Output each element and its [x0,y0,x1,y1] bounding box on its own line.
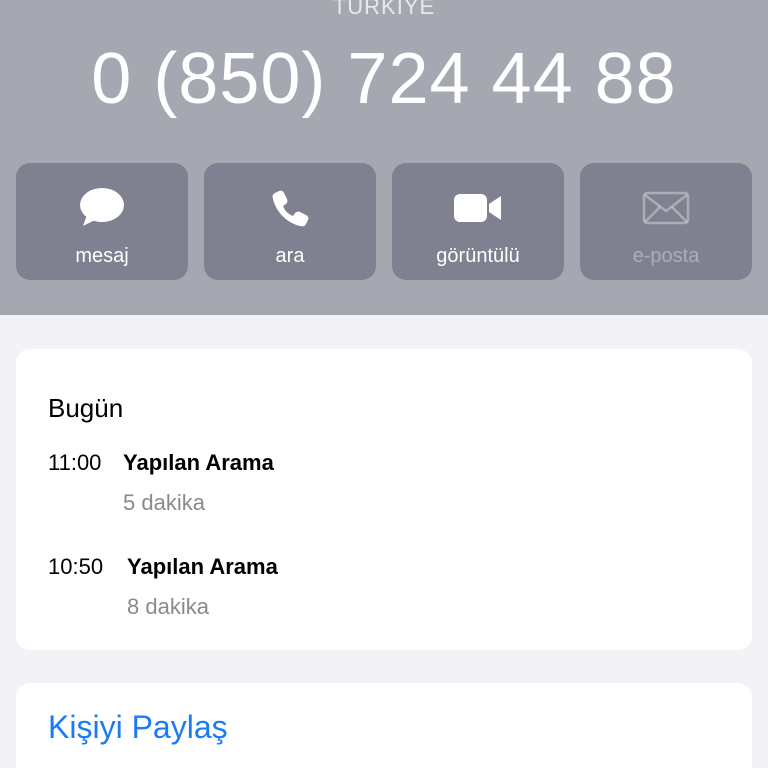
message-button[interactable]: mesaj [16,163,188,280]
call-button[interactable]: ara [204,163,376,280]
contact-header: TÜRKİYE 0 (850) 724 44 88 mesaj ara görü… [0,0,768,315]
phone-icon [270,185,310,231]
share-contact-card: Kişiyi Paylaş [16,683,752,768]
call-duration: 8 dakika [127,594,209,619]
history-day-label: Bugün [48,393,124,423]
call-duration: 5 dakika [123,490,205,515]
video-call-button[interactable]: görüntülü [392,163,564,280]
envelope-icon [642,185,690,231]
call-button-label: ara [275,245,305,267]
share-contact-button[interactable]: Kişiyi Paylaş [48,709,228,746]
call-history-card: Bugün 11:00 Yapılan Arama 5 dakika 10:50… [16,349,752,650]
action-buttons: mesaj ara görüntülü e-posta [16,163,752,280]
phone-number: 0 (850) 724 44 88 [91,39,677,119]
email-button[interactable]: e-posta [580,163,752,280]
call-type: Yapılan Arama [123,450,274,475]
message-bubble-icon [79,185,125,231]
call-time: 10:50 [48,554,104,579]
call-type: Yapılan Arama [127,554,278,579]
video-call-button-label: görüntülü [436,245,520,267]
call-time: 11:00 [48,450,102,475]
message-button-label: mesaj [75,245,129,267]
video-camera-icon [453,185,503,231]
email-button-label: e-posta [632,245,700,267]
country-label: TÜRKİYE [332,0,436,19]
